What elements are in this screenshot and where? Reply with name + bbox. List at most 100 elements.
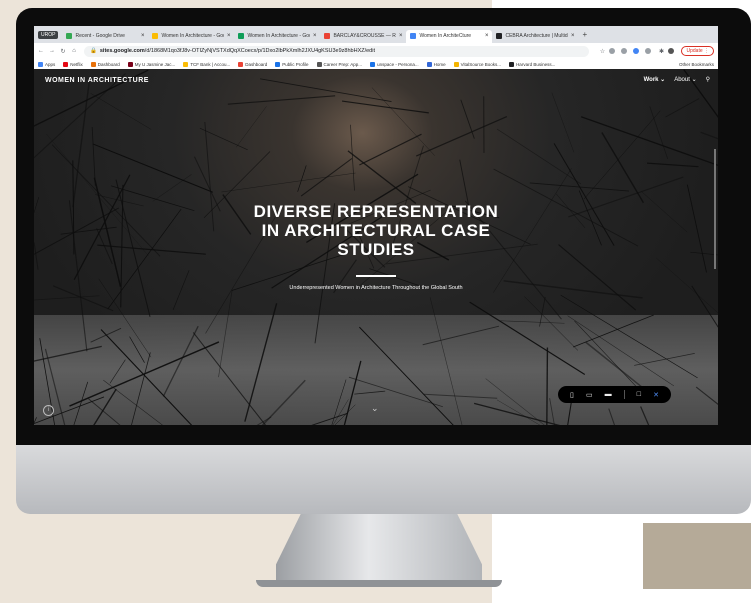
close-tab-icon[interactable]: × — [399, 33, 403, 39]
site-nav: Work ⌄ About ⌄ ⚲ — [644, 76, 710, 83]
branch-stroke — [634, 352, 695, 366]
branch-stroke — [422, 325, 500, 346]
branch-stroke — [580, 116, 718, 166]
bookmark-item[interactable]: Netflix — [63, 61, 83, 67]
browser-tab[interactable]: CEBRA Architecture | Multidisc × — [492, 30, 578, 43]
update-button[interactable]: Update ⋮ — [681, 46, 714, 56]
branch-stroke — [348, 376, 443, 408]
bookmark-item[interactable]: Apps — [38, 61, 55, 67]
bookmark-item[interactable]: Public Profile — [275, 61, 309, 67]
bookmark-item[interactable]: Dashboard — [238, 61, 268, 67]
browser-tab[interactable]: Women In Architecture - Goog × — [148, 30, 234, 43]
branch-stroke — [192, 332, 267, 425]
bookmark-item[interactable]: Dashboard — [90, 61, 120, 67]
extension-icon[interactable] — [645, 48, 652, 54]
bookmark-item[interactable]: VitalSource Books... — [453, 61, 501, 67]
bookmark-favicon-icon — [183, 61, 189, 67]
background-taupe-block — [643, 523, 751, 589]
branch-stroke — [162, 325, 199, 397]
tablet-preview-icon[interactable]: ▭ — [586, 391, 593, 399]
hero-divider — [356, 275, 396, 277]
branch-stroke — [500, 320, 565, 324]
branch-stroke — [93, 388, 117, 425]
bookmark-label: Netflix — [70, 61, 83, 67]
branch-stroke — [51, 144, 161, 257]
close-tab-icon[interactable]: × — [313, 33, 317, 39]
branch-stroke — [131, 352, 151, 425]
bookmark-item[interactable]: Harvard Business... — [509, 61, 555, 67]
bookmark-item[interactable]: Career Prep: App... — [316, 61, 363, 67]
close-tab-icon[interactable]: × — [571, 33, 575, 39]
branch-stroke — [646, 162, 699, 168]
branch-stroke — [341, 100, 429, 114]
tab-favicon-icon — [152, 33, 159, 39]
forward-icon[interactable]: → — [48, 48, 56, 54]
bookmark-item[interactable]: My U Jasmine Jac... — [127, 61, 175, 67]
branch-stroke — [641, 191, 688, 233]
search-icon[interactable]: ⚲ — [706, 76, 710, 83]
branch-stroke — [567, 315, 675, 387]
bookmark-item[interactable]: unspace - Persona... — [370, 61, 419, 67]
bookmark-favicon-icon — [38, 61, 43, 67]
profile-avatar[interactable] — [668, 48, 675, 54]
branch-stroke — [700, 131, 718, 140]
extension-icon[interactable] — [609, 48, 616, 54]
close-tab-icon[interactable]: × — [485, 33, 489, 39]
back-icon[interactable]: ← — [37, 48, 45, 54]
branch-stroke — [129, 336, 145, 363]
branch-stroke — [460, 99, 475, 139]
tab-favicon-icon — [66, 33, 73, 39]
browser-tab[interactable]: Recent - Google Drive × — [62, 30, 148, 43]
reload-icon[interactable]: ↻ — [59, 48, 67, 55]
branch-stroke — [256, 416, 272, 425]
preview-device-toolbar: ▯ ▭ ▬ □ ✕ — [558, 386, 671, 403]
branch-stroke — [551, 92, 575, 153]
tab-label: BARCLAY&CROUSSE — RED — [333, 33, 396, 39]
url-input[interactable]: 🔒 sites.google.com /d/1868M1qo3fJ8v-OTIZ… — [84, 45, 590, 57]
browser-tab[interactable]: Women In Architecture - Goog × — [234, 30, 320, 43]
browser-tab[interactable]: Women In ArchiteCture × — [406, 29, 493, 43]
browser-tab[interactable]: BARCLAY&CROUSSE — RED × — [320, 30, 406, 43]
bookmark-label: Dashboard — [245, 61, 268, 67]
bookmark-favicon-icon — [63, 61, 69, 67]
branch-stroke — [91, 127, 96, 186]
branch-stroke — [560, 294, 698, 379]
other-bookmarks[interactable]: Other Bookmarks — [677, 62, 714, 67]
branch-stroke — [546, 347, 549, 425]
close-icon[interactable]: ✕ — [653, 391, 659, 399]
urop-badge[interactable]: UROP — [38, 30, 59, 39]
comment-icon[interactable]: □ — [637, 391, 641, 398]
branch-stroke — [423, 393, 498, 399]
branch-stroke — [459, 159, 470, 208]
hero-title-line: STUDIES — [337, 240, 415, 259]
extensions-puzzle-icon[interactable]: ✱ — [657, 48, 665, 55]
bookmark-favicon-icon — [90, 61, 96, 67]
bookmark-label: Career Prep: App... — [323, 61, 363, 67]
branch-stroke — [415, 115, 508, 157]
branch-stroke — [34, 242, 39, 270]
close-tab-icon[interactable]: × — [227, 33, 231, 39]
info-icon[interactable]: i — [43, 405, 54, 416]
bookmark-star-icon[interactable]: ☆ — [598, 48, 606, 55]
desktop-preview-icon[interactable]: ▬ — [605, 391, 612, 398]
tab-label: Women In Architecture - Goog — [247, 33, 310, 39]
home-icon[interactable]: ⌂ — [70, 48, 78, 54]
bookmark-favicon-icon — [238, 61, 244, 67]
close-tab-icon[interactable]: × — [141, 33, 145, 39]
scroll-down-chevron-icon[interactable]: ⌄ — [371, 403, 379, 414]
tab-label: Women In ArchiteCture — [419, 33, 472, 39]
new-tab-button[interactable]: + — [582, 30, 587, 39]
site-title[interactable]: WOMEN IN ARCHITECTURE — [45, 77, 149, 84]
bookmark-item[interactable]: TCF Bank | Accou... — [183, 61, 230, 67]
branch-stroke — [227, 95, 336, 105]
scrollbar[interactable] — [714, 149, 716, 269]
extension-icon[interactable] — [633, 48, 640, 54]
tab-label: CEBRA Architecture | Multidisc — [505, 33, 568, 39]
phone-preview-icon[interactable]: ▯ — [570, 391, 574, 399]
bookmark-item[interactable]: Home — [426, 61, 446, 67]
site-hero: WOMEN IN ARCHITECTURE Work ⌄ About ⌄ ⚲ D… — [34, 69, 718, 425]
nav-about[interactable]: About ⌄ — [674, 76, 696, 83]
nav-work[interactable]: Work ⌄ — [644, 76, 666, 83]
bookmark-label: unspace - Persona... — [377, 61, 419, 67]
extension-icon[interactable] — [621, 48, 628, 54]
